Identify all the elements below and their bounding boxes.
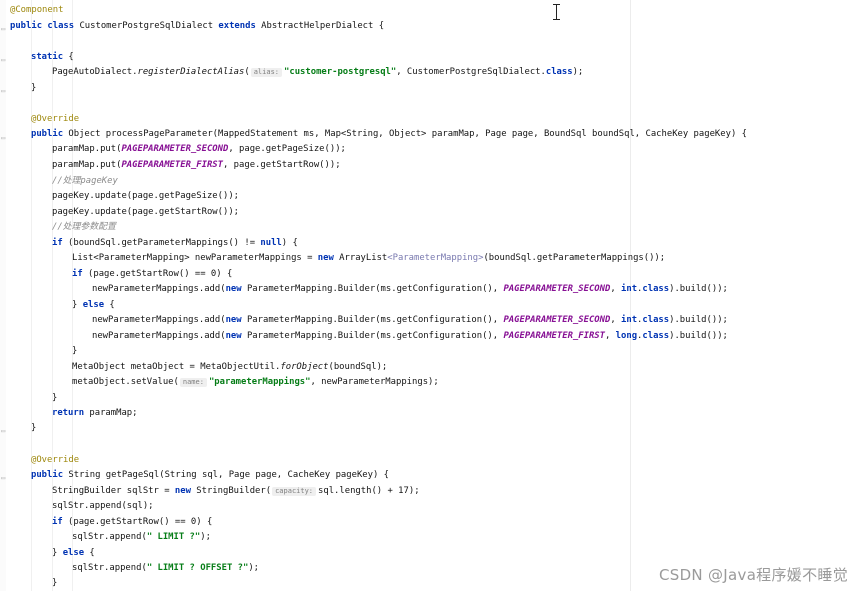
code-line: sqlStr.append(sql); [52, 501, 154, 511]
code-line: PageAutoDialect.registerDialectAlias(ali… [52, 67, 584, 77]
code-line: newParameterMappings.add(new ParameterMa… [92, 315, 728, 325]
constant-ref: PAGEPARAMETER_FIRST [503, 331, 605, 341]
string-literal: " LIMIT ?" [146, 532, 201, 542]
code-line: if (boundSql.getParameterMappings() != n… [52, 238, 298, 248]
comment: //处理参数配置 [52, 222, 116, 232]
string-literal: "parameterMappings" [208, 377, 311, 387]
constant-ref: PAGEPARAMETER_SECOND [503, 315, 611, 325]
constant-ref: PAGEPARAMETER_SECOND [121, 144, 229, 154]
string-literal: " LIMIT ? OFFSET ?" [146, 563, 249, 573]
string-literal: "customer-postgresql" [284, 67, 397, 77]
code-line: List<ParameterMapping> newParameterMappi… [72, 253, 666, 263]
code-line: } [52, 578, 58, 588]
code-line: } else { [52, 548, 95, 558]
code-line: //处理pageKey [52, 175, 118, 187]
fold-marker-icon[interactable]: ▭ [1, 133, 5, 143]
code-line: pageKey.update(page.getPageSize()); [52, 191, 240, 201]
code-line: sqlStr.append(" LIMIT ?"); [72, 532, 211, 542]
code-line: paramMap.put(PAGEPARAMETER_FIRST, page.g… [52, 160, 341, 170]
code-line: if (page.getStartRow() == 0) { [52, 517, 213, 527]
code-line: metaObject.setValue(name: "parameterMappi… [72, 377, 439, 387]
comment: //处理pageKey [52, 176, 118, 186]
param-hint: alias: [250, 68, 283, 77]
code-line: sqlStr.append(" LIMIT ? OFFSET ?"); [72, 563, 260, 573]
param-hint: name: [179, 378, 207, 387]
constant-ref: PAGEPARAMETER_FIRST [121, 160, 223, 170]
code-line: newParameterMappings.add(new ParameterMa… [92, 331, 728, 341]
code-line: //处理参数配置 [52, 221, 116, 233]
code-line: } [52, 393, 58, 403]
param-hint: capacity: [272, 487, 317, 496]
code-line: StringBuilder sqlStr = new StringBuilder… [52, 486, 420, 496]
code-line: } [72, 346, 78, 356]
code-line: @Override [31, 114, 80, 124]
code-line: } else { [72, 300, 115, 310]
text-cursor-icon [553, 4, 560, 20]
code-line: @Override [31, 455, 80, 465]
code-line: MetaObject metaObject = MetaObjectUtil.f… [72, 362, 388, 372]
constant-ref: PAGEPARAMETER_SECOND [503, 284, 611, 294]
code-line: paramMap.put(PAGEPARAMETER_SECOND, page.… [52, 144, 346, 154]
code-line: @Component [10, 5, 64, 15]
code-line: } [31, 83, 37, 93]
code-editor[interactable]: ▭ ▭ ▭ ▭ ▭ ▭ @Component public class Cust… [0, 0, 862, 591]
fold-marker-icon[interactable]: ▭ [1, 473, 5, 483]
code-line: if (page.getStartRow() == 0) { [72, 269, 233, 279]
fold-marker-icon[interactable]: ▭ [1, 426, 5, 436]
fold-marker-icon[interactable]: ▭ [1, 55, 5, 65]
right-margin-line [630, 0, 631, 591]
code-line: newParameterMappings.add(new ParameterMa… [92, 284, 728, 294]
code-line: public Object processPageParameter(Mappe… [31, 129, 747, 139]
code-line: static { [31, 52, 74, 62]
code-line: return paramMap; [52, 408, 138, 418]
code-line: pageKey.update(page.getStartRow()); [52, 207, 240, 217]
fold-marker-icon[interactable]: ▭ [1, 24, 5, 34]
watermark: CSDN @Java程序媛不睡觉 [658, 566, 848, 584]
code-line: public String getPageSql(String sql, Pag… [31, 470, 389, 480]
code-line: public class CustomerPostgreSqlDialect e… [10, 21, 385, 31]
code-line: } [31, 423, 37, 433]
fold-marker-icon[interactable]: ▭ [1, 86, 5, 96]
